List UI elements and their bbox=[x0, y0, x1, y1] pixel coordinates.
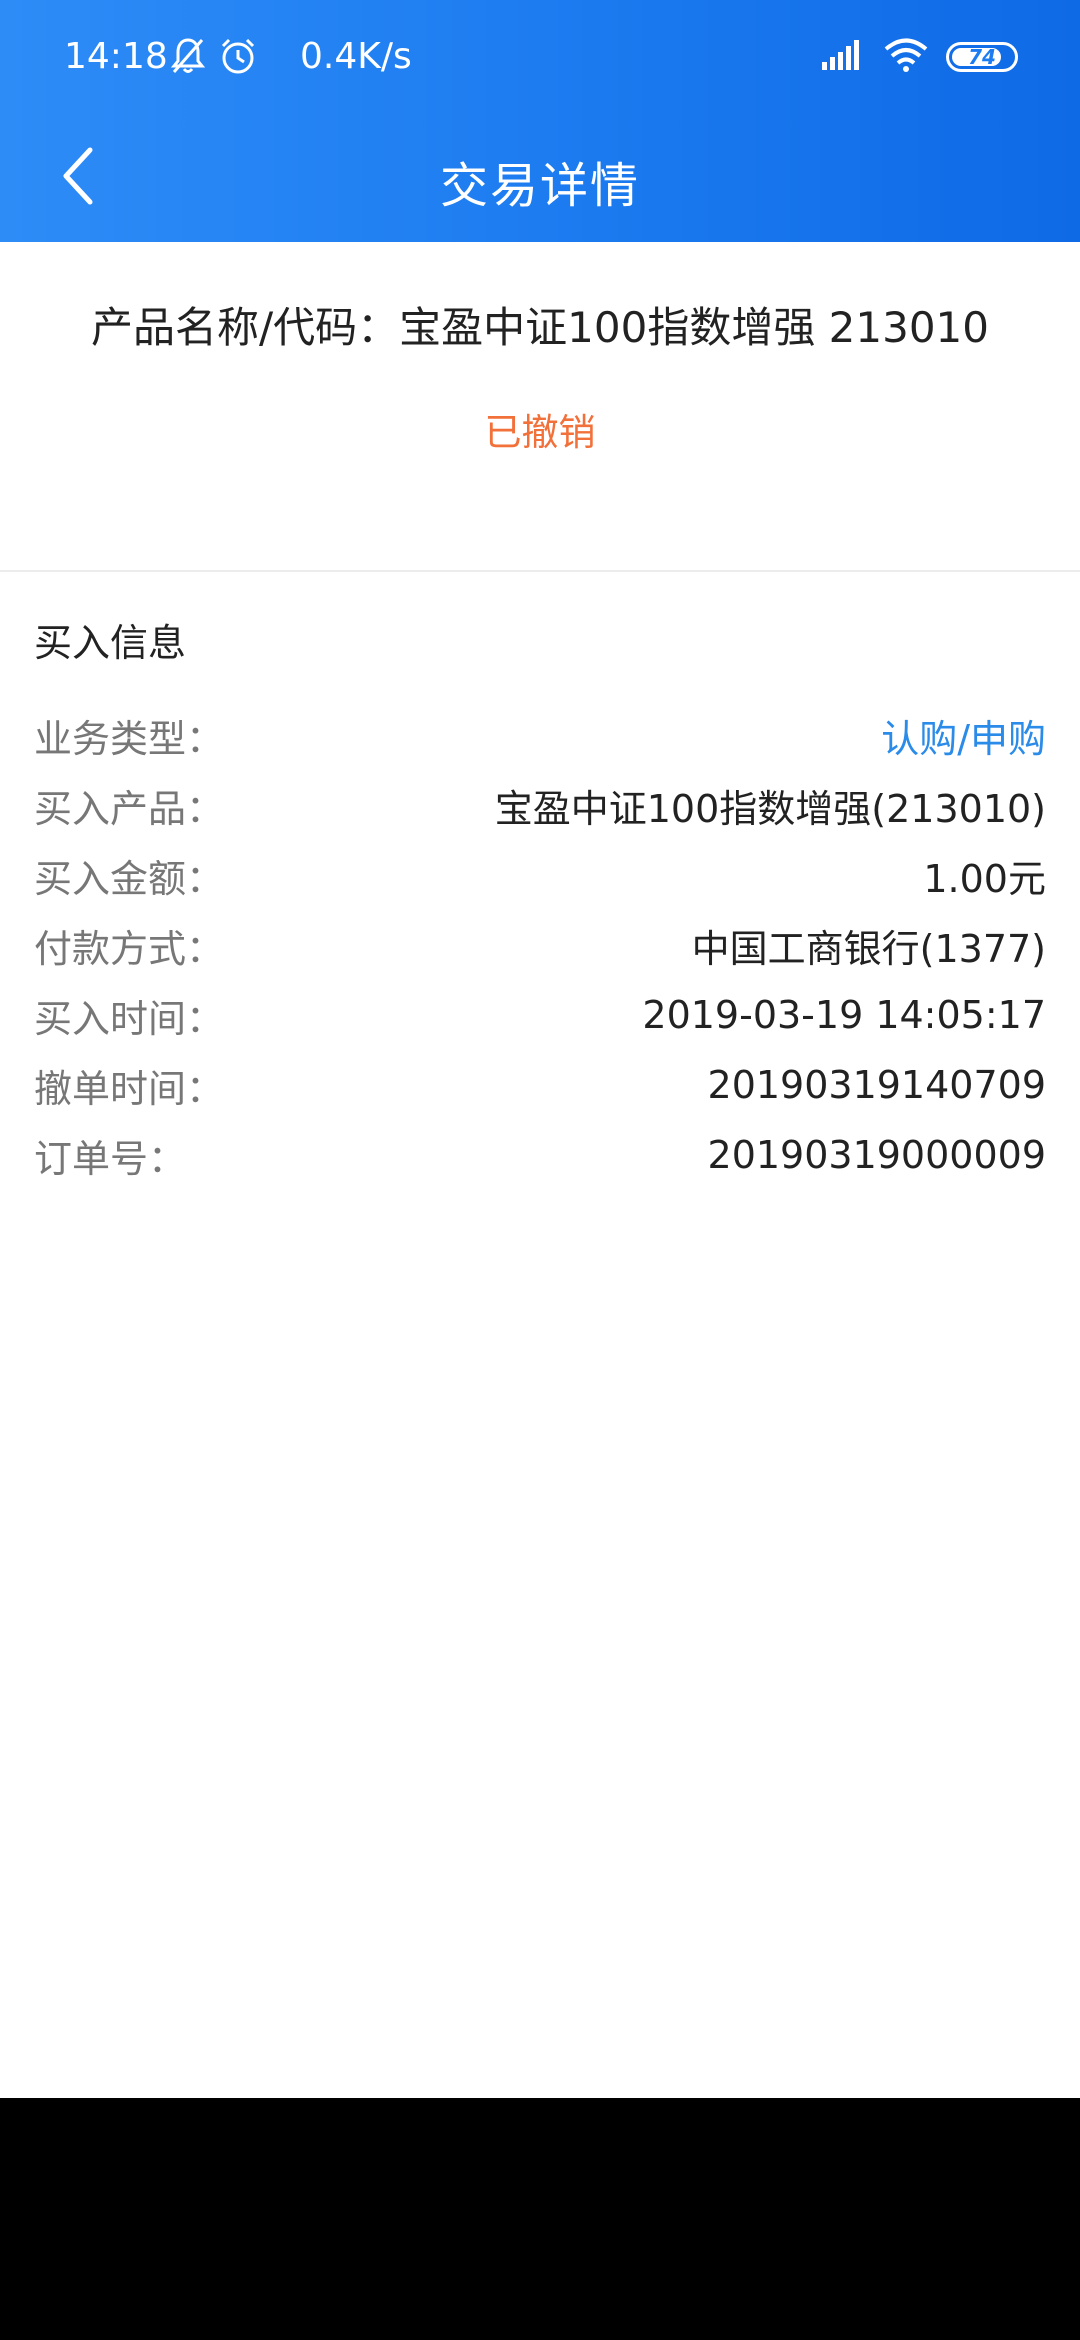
alarm-icon bbox=[218, 36, 258, 80]
info-list: 业务类型： 认购/申购 买入产品： 宝盈中证100指数增强(213010) 买入… bbox=[34, 700, 1046, 1190]
bell-off-icon bbox=[170, 36, 206, 80]
network-speed: 0.4K/s bbox=[300, 36, 412, 77]
battery-level: 74 bbox=[968, 45, 996, 69]
info-value: 中国工商银行(1377) bbox=[691, 926, 1046, 971]
info-label: 买入时间： bbox=[34, 996, 225, 1041]
status-bar: 14:18 0.4K/s 74 bbox=[0, 0, 1080, 110]
info-value: 2019-03-19 14:05:17 bbox=[642, 993, 1046, 1037]
info-value: 1.00元 bbox=[923, 856, 1046, 901]
header: 14:18 0.4K/s 74 交易详情 bbox=[0, 0, 1080, 242]
info-row-product: 买入产品： 宝盈中证100指数增强(213010) bbox=[34, 770, 1046, 840]
divider bbox=[0, 570, 1080, 572]
nav-bar: 交易详情 bbox=[0, 110, 1080, 242]
screen: 14:18 0.4K/s 74 交易详情 产品名称/代码：宝盈中证100指数增强… bbox=[0, 0, 1080, 2340]
product-name-code: 产品名称/代码：宝盈中证100指数增强 213010 bbox=[91, 303, 989, 352]
info-value: 20190319140709 bbox=[707, 1063, 1046, 1107]
wifi-icon bbox=[884, 38, 928, 76]
info-value: 宝盈中证100指数增强(213010) bbox=[494, 786, 1046, 831]
info-label: 买入产品： bbox=[34, 786, 225, 831]
signal-icon bbox=[822, 40, 866, 74]
section-heading: 买入信息 bbox=[34, 621, 187, 665]
info-label: 付款方式： bbox=[34, 926, 225, 971]
status-time: 14:18 bbox=[64, 36, 168, 77]
system-navigation-area bbox=[0, 2098, 1080, 2340]
page-title: 交易详情 bbox=[439, 158, 640, 214]
info-row-payment: 付款方式： 中国工商银行(1377) bbox=[34, 910, 1046, 980]
business-type-link[interactable]: 认购/申购 bbox=[881, 708, 1046, 763]
info-row-cancel-time: 撤单时间： 20190319140709 bbox=[34, 1050, 1046, 1120]
info-row-amount: 买入金额： 1.00元 bbox=[34, 840, 1046, 910]
status-badge: 已撤销 bbox=[484, 411, 596, 454]
info-row-order-number: 订单号： 20190319000009 bbox=[34, 1120, 1046, 1190]
info-row-buy-time: 买入时间： 2019-03-19 14:05:17 bbox=[34, 980, 1046, 1050]
info-label: 买入金额： bbox=[34, 856, 225, 901]
battery-icon: 74 bbox=[946, 42, 1018, 72]
info-label: 撤单时间： bbox=[34, 1066, 225, 1111]
info-row-business-type: 业务类型： 认购/申购 bbox=[34, 700, 1046, 770]
info-label: 订单号： bbox=[34, 1136, 187, 1181]
info-label: 业务类型： bbox=[34, 716, 225, 761]
product-summary: 产品名称/代码：宝盈中证100指数增强 213010 已撤销 bbox=[0, 242, 1080, 570]
status-right: 74 bbox=[822, 38, 1018, 76]
info-value: 20190319000009 bbox=[707, 1133, 1046, 1177]
